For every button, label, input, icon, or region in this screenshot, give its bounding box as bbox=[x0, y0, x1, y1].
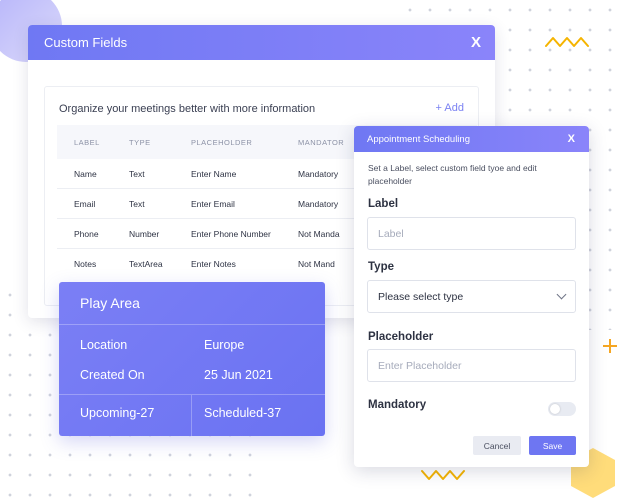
cancel-button[interactable]: Cancel bbox=[473, 436, 521, 455]
zigzag-decoration bbox=[545, 37, 589, 47]
save-button[interactable]: Save bbox=[529, 436, 576, 455]
column-header-type[interactable]: TYPE bbox=[129, 138, 191, 147]
type-select-value: Please select type bbox=[378, 290, 464, 303]
cell-label: Name bbox=[74, 168, 97, 179]
zigzag-decoration bbox=[421, 470, 465, 480]
modal-description: Set a Label, select custom field tyoe an… bbox=[368, 163, 537, 186]
cell-placeholder: Enter Notes bbox=[191, 259, 236, 269]
play-area-card[interactable]: Play Area Location Europe Created On 25 … bbox=[59, 282, 325, 436]
modal-title: Appointment Scheduling bbox=[367, 133, 470, 145]
mandatory-heading: Mandatory bbox=[368, 399, 427, 411]
custom-fields-subtitle: Organize your meetings better with more … bbox=[59, 103, 316, 115]
cell-placeholder: Enter Name bbox=[191, 168, 237, 179]
cell-type: TextArea bbox=[129, 259, 163, 269]
play-area-title: Play Area bbox=[80, 295, 140, 311]
upcoming-count: Upcoming-27 bbox=[80, 406, 155, 420]
created-on-value: 25 Jun 2021 bbox=[204, 368, 273, 382]
column-header-placeholder[interactable]: PLACEHOLDER bbox=[191, 138, 298, 147]
mandatory-toggle[interactable] bbox=[548, 402, 576, 416]
divider bbox=[191, 395, 192, 436]
plus-decoration bbox=[603, 339, 617, 353]
stage: Custom Fields X Organize your meetings b… bbox=[0, 0, 620, 500]
label-input[interactable] bbox=[367, 217, 576, 250]
cell-type: Number bbox=[129, 228, 160, 239]
placeholder-heading: Placeholder bbox=[368, 331, 434, 343]
toggle-knob bbox=[550, 404, 560, 414]
label-heading: Label bbox=[368, 198, 399, 210]
cell-type: Text bbox=[129, 168, 145, 179]
appointment-scheduling-modal: Appointment Scheduling X Set a Label, se… bbox=[354, 126, 589, 467]
close-icon[interactable]: X bbox=[471, 34, 481, 51]
cell-placeholder: Enter Phone Number bbox=[191, 228, 271, 239]
cell-label: Phone bbox=[74, 228, 99, 239]
scheduled-count: Scheduled-37 bbox=[204, 406, 282, 420]
chevron-down-icon bbox=[556, 289, 567, 300]
created-on-label: Created On bbox=[80, 368, 145, 382]
cell-label: Email bbox=[74, 198, 96, 209]
location-value: Europe bbox=[204, 338, 245, 352]
custom-fields-header: Custom Fields X bbox=[28, 25, 495, 60]
modal-header: Appointment Scheduling X bbox=[354, 126, 589, 152]
cell-placeholder: Enter Email bbox=[191, 198, 235, 209]
divider bbox=[59, 394, 325, 395]
location-label: Location bbox=[80, 338, 128, 352]
close-icon[interactable]: X bbox=[568, 133, 575, 145]
custom-fields-title: Custom Fields bbox=[44, 35, 128, 50]
placeholder-input[interactable] bbox=[367, 349, 576, 382]
add-field-button[interactable]: + Add bbox=[436, 102, 464, 114]
divider bbox=[59, 324, 325, 325]
cell-type: Text bbox=[129, 198, 145, 209]
type-heading: Type bbox=[368, 261, 394, 273]
type-select[interactable]: Please select type bbox=[367, 280, 576, 313]
cell-label: Notes bbox=[74, 259, 97, 269]
column-header-label[interactable]: LABEL bbox=[57, 138, 129, 147]
